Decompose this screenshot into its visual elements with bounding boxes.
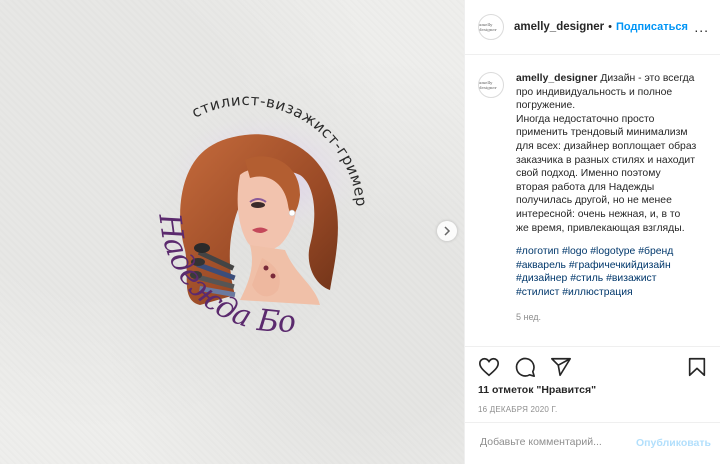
likes-count[interactable]: 11 отметок "Нравится" [478, 384, 596, 396]
username-link[interactable]: amelly_designer [514, 21, 604, 33]
avatar[interactable]: amelly designer [478, 14, 504, 40]
comment-input[interactable] [478, 435, 642, 449]
time-ago: 5 нед. [516, 311, 542, 322]
publish-button[interactable]: Опубликовать [636, 437, 711, 449]
hashtag-link[interactable]: #logo [562, 246, 587, 257]
caption-line: применить трендовый минимализм [516, 127, 688, 139]
shoulder [240, 245, 320, 305]
avatar-text: amelly designer [479, 80, 497, 90]
share-icon[interactable] [550, 356, 572, 378]
caption-line: же время, привлекающая взгляды. [516, 222, 685, 234]
post-image[interactable]: стилист-визажист-гример Надежда Бойко [0, 0, 464, 464]
post-header: amelly designer amelly_designer • Подпис… [465, 0, 720, 55]
caption-line: погружение. [516, 100, 576, 112]
next-slide-button[interactable] [437, 221, 457, 241]
actions-divider [465, 346, 720, 348]
caption-line: Иногда недостаточно просто [516, 113, 655, 125]
hashtag-link[interactable]: #стилист [516, 287, 559, 298]
hashtag-link[interactable]: #визажист [606, 273, 656, 284]
hashtag-link[interactable]: #акварель [516, 260, 566, 271]
post-side-panel: amelly designer amelly_designer • Подпис… [464, 0, 720, 464]
caption-line: получилась другой, но не менее [516, 195, 672, 207]
comment-icon[interactable] [514, 356, 536, 378]
caption-line: Дизайн - это всегда [600, 73, 695, 84]
follow-button[interactable]: Подписаться [616, 21, 688, 33]
caption-line: для всех: дизайнер воплощает образ [516, 140, 697, 152]
hashtag-link[interactable]: #логотип [516, 246, 559, 257]
hashtags: #логотип #logo #logotype #бренд #акварел… [516, 245, 714, 299]
heart-icon[interactable] [478, 356, 500, 378]
separator-dot: • [608, 21, 612, 33]
caption-text: amelly_designer Дизайн - это всегда про … [516, 72, 714, 235]
logo-illustration: стилист-визажист-гример Надежда Бойко [0, 0, 370, 340]
caption-line: про индивидуальность и полное [516, 86, 673, 98]
avatar-text: amelly designer [479, 22, 497, 32]
caption-line: заказчика в разных стилях и находит [516, 154, 695, 166]
bookmark-icon[interactable] [686, 356, 708, 378]
caption-avatar[interactable]: amelly designer [478, 72, 504, 98]
more-icon[interactable]: ... [694, 19, 709, 35]
hashtag-link[interactable]: #графичечкийдизайн [569, 260, 671, 271]
hashtag-link[interactable]: #иллюстрация [562, 287, 632, 298]
action-icons [478, 356, 572, 378]
hashtag-link[interactable]: #дизайнер [516, 273, 567, 284]
caption-line: свой подход. Именно поэтому [516, 168, 661, 180]
hashtag-link[interactable]: #logotype [590, 246, 635, 257]
caption-line: интересной: очень нежная, и, в то [516, 208, 681, 220]
caption-block: amelly designer amelly_designer Дизайн -… [478, 72, 714, 322]
hashtag-link[interactable]: #стиль [570, 273, 603, 284]
comment-bar: Опубликовать [465, 422, 720, 464]
chevron-right-icon [444, 226, 451, 236]
hashtag-link[interactable]: #бренд [638, 246, 673, 257]
eye [251, 202, 265, 208]
post-date: 16 ДЕКАБРЯ 2020 Г. [478, 405, 558, 414]
caption-username[interactable]: amelly_designer [516, 73, 597, 84]
caption-line: вторая работа для Надежды [516, 181, 655, 193]
